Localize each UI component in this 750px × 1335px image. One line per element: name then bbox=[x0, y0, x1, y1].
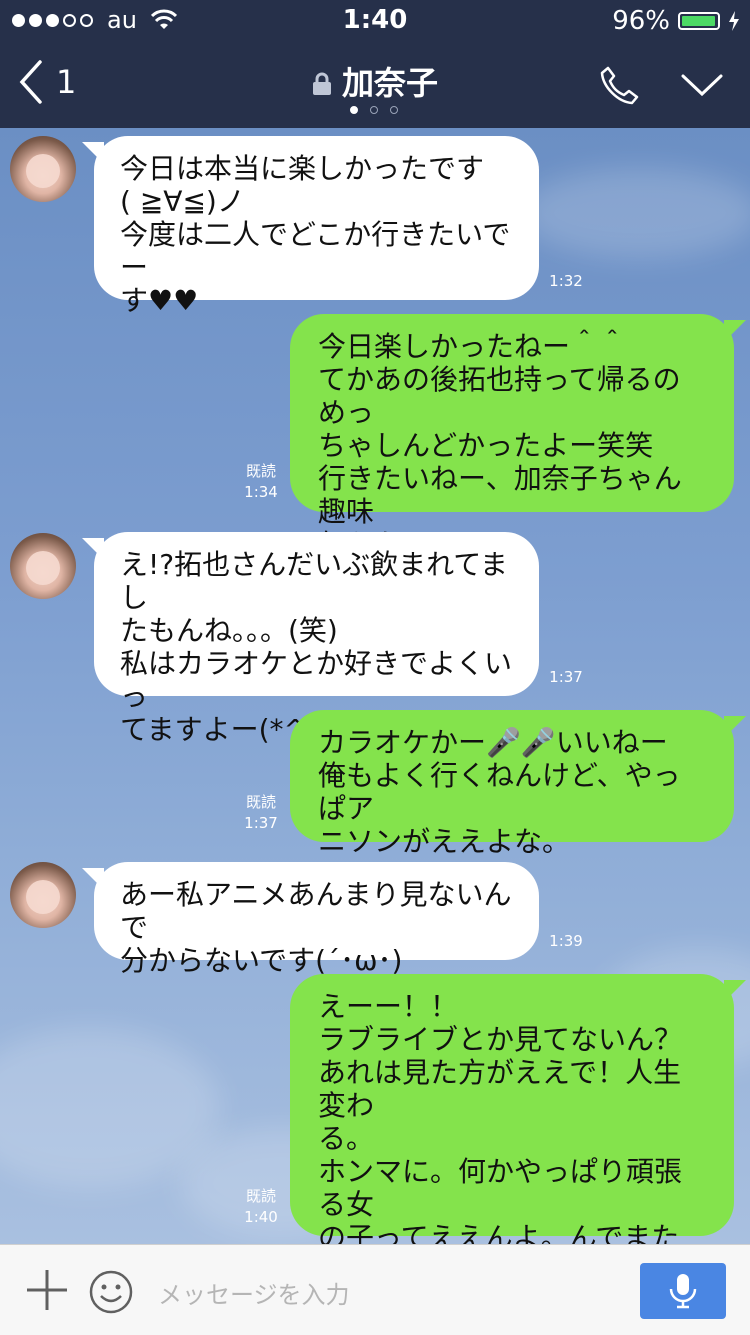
outgoing-message[interactable]: 今日楽しかったねー＾＾ てかあの後拓也持って帰るのめっ ちゃしんどかったよー笑笑… bbox=[290, 314, 734, 561]
message-input-bar: メッセージを入力 bbox=[0, 1244, 750, 1335]
chevron-down-icon bbox=[681, 74, 723, 97]
sticker-button[interactable] bbox=[88, 1269, 134, 1319]
contact-avatar[interactable] bbox=[10, 136, 76, 202]
message-time: 1:32 bbox=[549, 272, 583, 290]
phone-icon bbox=[600, 66, 639, 105]
plus-icon bbox=[27, 1270, 67, 1310]
message-input[interactable]: メッセージを入力 bbox=[158, 1275, 350, 1310]
incoming-message[interactable]: 今日は本当に楽しかったです ( ≧∀≦)ノ 今度は二人でどこか行きたいでー す♥… bbox=[94, 136, 539, 317]
battery-percent: 96% bbox=[612, 6, 670, 36]
message-meta: 既読 1:37 bbox=[238, 792, 284, 834]
contact-avatar[interactable] bbox=[10, 533, 76, 599]
page-dot bbox=[350, 106, 358, 114]
chat-header: 1 加奈子 bbox=[0, 42, 750, 128]
microphone-icon bbox=[669, 1274, 697, 1309]
menu-toggle-button[interactable] bbox=[680, 72, 724, 102]
contact-avatar[interactable] bbox=[10, 862, 76, 928]
battery-status: 96% bbox=[612, 6, 740, 36]
smiley-icon bbox=[89, 1270, 133, 1314]
page-dot bbox=[390, 106, 398, 114]
status-bar: au 1:40 96% bbox=[0, 0, 750, 42]
contact-name: 加奈子 bbox=[341, 64, 438, 102]
message-time: 1:40 bbox=[244, 1208, 278, 1226]
message-meta: 既読 1:34 bbox=[238, 461, 284, 503]
outgoing-message[interactable]: カラオケかー🎤🎤いいねー 俺もよく行くねんけど、やっぱア ニソンがええよな。 bbox=[290, 710, 734, 858]
read-receipt: 既読 bbox=[245, 1187, 276, 1205]
lock-icon bbox=[312, 66, 332, 104]
message-time: 1:37 bbox=[244, 814, 278, 832]
call-button[interactable] bbox=[598, 64, 640, 110]
add-attachment-button[interactable] bbox=[24, 1267, 70, 1317]
read-receipt: 既読 bbox=[245, 462, 276, 480]
voice-message-button[interactable] bbox=[640, 1263, 726, 1319]
battery-icon bbox=[678, 12, 720, 30]
read-receipt: 既読 bbox=[245, 793, 276, 811]
incoming-message[interactable]: え!?拓也さんだいぶ飲まれてまし たもんね。。。(笑) 私はカラオケとか好きでよ… bbox=[94, 532, 539, 746]
page-dot bbox=[370, 106, 378, 114]
message-time: 1:34 bbox=[244, 483, 278, 501]
page-indicator bbox=[350, 106, 398, 114]
message-time: 1:39 bbox=[549, 932, 583, 950]
charging-icon bbox=[729, 11, 739, 31]
message-time: 1:37 bbox=[549, 668, 583, 686]
message-meta: 既読 1:40 bbox=[238, 1186, 284, 1228]
incoming-message[interactable]: あー私アニメあんまり見ないんで 分からないです(´･ω･) bbox=[94, 862, 539, 977]
outgoing-message[interactable]: えーー！！ ラブライブとか見てないん？ あれは見た方がええで！人生変わ る。 ホ… bbox=[290, 974, 734, 1244]
chat-area[interactable]: 今日は本当に楽しかったです ( ≧∀≦)ノ 今度は二人でどこか行きたいでー す♥… bbox=[0, 128, 750, 1244]
